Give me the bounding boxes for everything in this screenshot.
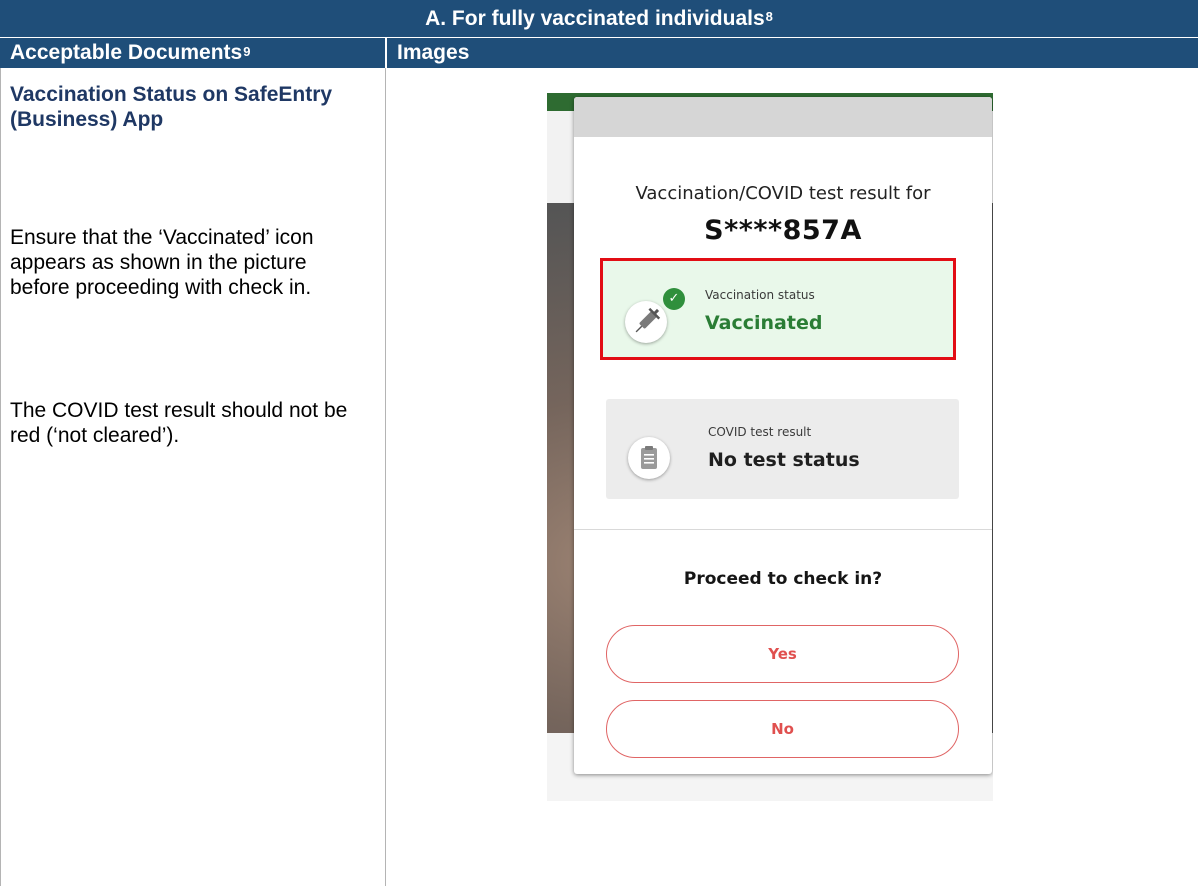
safeentry-app-screenshot: Vaccination/COVID test result for S****8… [547, 93, 993, 801]
result-dialog: Vaccination/COVID test result for S****8… [574, 97, 992, 774]
proceed-prompt: Proceed to check in? [683, 569, 883, 589]
dialog-divider [574, 529, 992, 530]
check-icon: ✓ [663, 288, 685, 310]
instruction-covid-test: The COVID test result should not be red … [10, 399, 348, 447]
documents-cell [0, 68, 386, 886]
covid-test-label: COVID test result [708, 425, 812, 439]
section-title-footnote: 8 [765, 9, 773, 24]
section-title-text: A. For fully vaccinated individuals [425, 6, 765, 30]
syringe-icon [625, 301, 667, 343]
header-divider [385, 38, 387, 68]
dialog-title: Vaccination/COVID test result for [635, 183, 931, 204]
documents-column-header: Acceptable Documents 9 [10, 38, 382, 68]
column-header-row: Acceptable Documents 9 Images [0, 38, 1198, 68]
images-header-text: Images [397, 41, 470, 64]
instruction-vaccinated-icon: Ensure that the ‘Vaccinated’ icon appear… [10, 226, 314, 299]
no-button[interactable]: No [606, 700, 959, 758]
yes-button[interactable]: Yes [606, 625, 959, 683]
masked-nric: S****857A [704, 215, 862, 246]
documents-header-text: Acceptable Documents [10, 41, 243, 64]
acceptable-documents-table: A. For fully vaccinated individuals 8 Acc… [0, 0, 1198, 886]
images-column-header: Images [397, 38, 469, 68]
covid-test-card: COVID test result No test status [606, 399, 959, 499]
vaccination-status-value: Vaccinated [705, 312, 823, 334]
vaccination-status-label: Vaccination status [705, 288, 815, 302]
dialog-header [574, 97, 992, 137]
clipboard-icon [628, 437, 670, 479]
covid-test-value: No test status [708, 449, 860, 471]
vaccination-status-card: ✓ Vaccination status Vaccinated [600, 258, 956, 360]
documents-header-footnote: 9 [243, 43, 251, 59]
section-title: A. For fully vaccinated individuals 8 [0, 0, 1198, 38]
document-heading: Vaccination Status on SafeEntry (Busines… [10, 83, 333, 131]
